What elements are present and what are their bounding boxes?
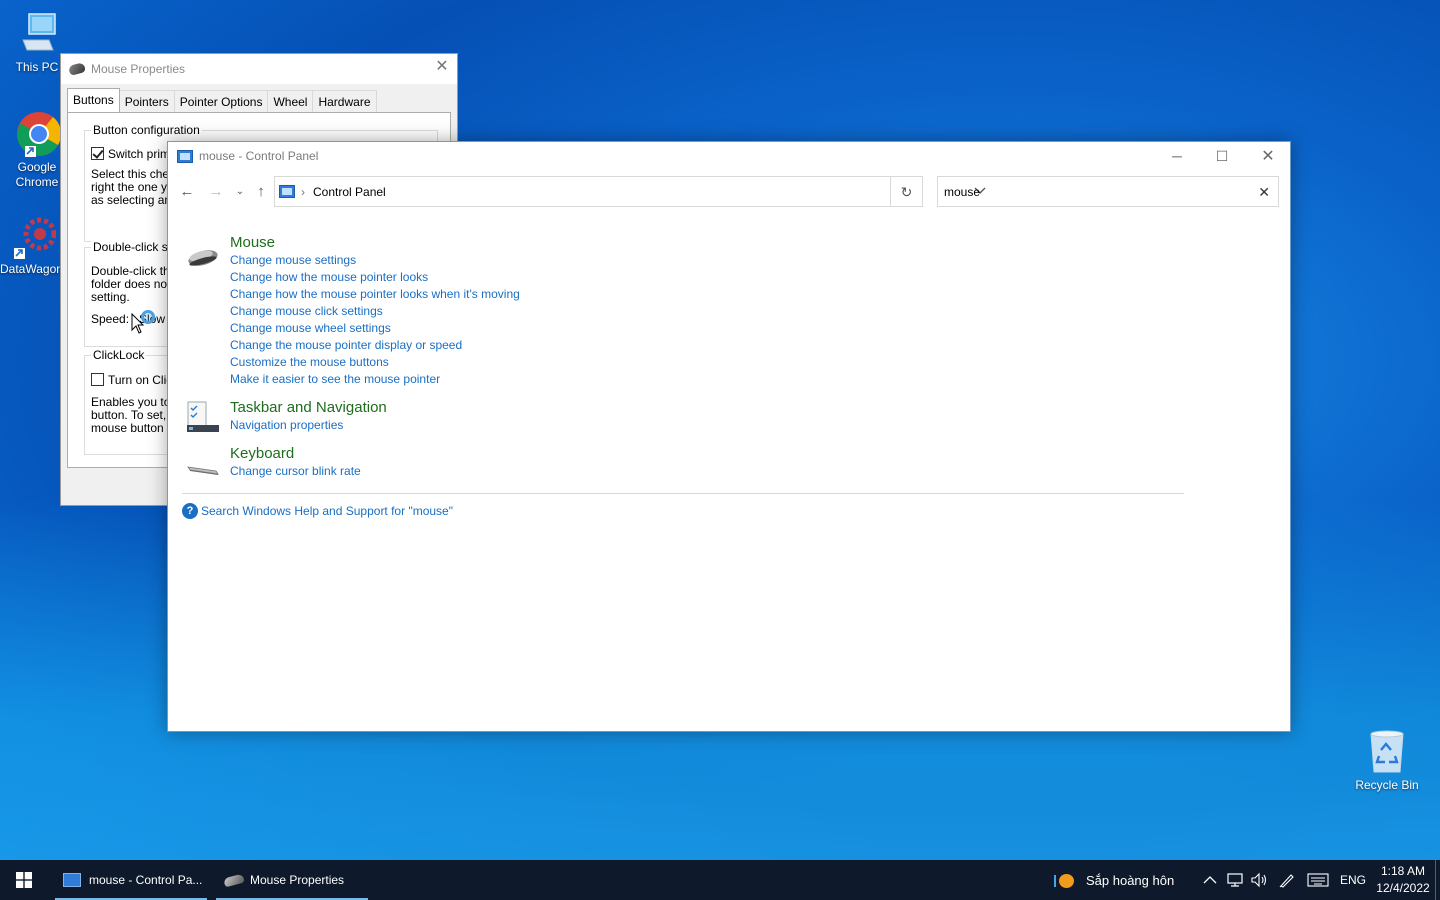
show-desktop-button[interactable] (1435, 860, 1440, 900)
search-input[interactable]: mouse ✕ (937, 176, 1279, 207)
control-panel-icon (279, 185, 295, 198)
mouse-properties-titlebar[interactable]: Mouse Properties (61, 54, 457, 84)
taskbar-app-control-panel[interactable]: mouse - Control Pa... (55, 860, 207, 900)
breadcrumb-separator-icon: › (301, 184, 305, 199)
result-link[interactable]: Change mouse wheel settings (230, 320, 520, 337)
minimize-icon[interactable]: ─ (1154, 142, 1200, 170)
forward-arrow-icon[interactable]: → (206, 182, 226, 202)
result-link[interactable]: Change mouse click settings (230, 303, 520, 320)
chrome-icon (13, 110, 62, 158)
desktop-icon-label: Google Chrome (15, 160, 59, 189)
desktop-icon-recycle-bin[interactable]: Recycle Bin (1350, 728, 1424, 793)
result-title[interactable]: Keyboard (230, 445, 361, 463)
datawagon-icon (8, 212, 57, 260)
result-link[interactable]: Navigation properties (230, 417, 387, 434)
keyboard-icon (186, 454, 220, 488)
close-icon[interactable]: ✕ (435, 59, 449, 75)
result-group-taskbar-navigation: Taskbar and Navigation Navigation proper… (230, 399, 387, 434)
windows-logo-icon (16, 872, 32, 888)
tab-pointer-options[interactable]: Pointer Options (173, 90, 269, 112)
tab-strip: Buttons Pointers Pointer Options Wheel H… (67, 88, 377, 112)
results-divider (182, 493, 1184, 494)
refresh-icon[interactable]: ↻ (891, 176, 923, 207)
mouse-icon (223, 873, 245, 887)
tab-buttons[interactable]: Buttons (67, 88, 120, 112)
weather-text: Sắp hoàng hôn (1086, 872, 1175, 888)
network-icon[interactable] (1226, 860, 1244, 900)
recycle-bin-icon (1363, 728, 1411, 776)
taskbar-app-mouse-properties[interactable]: Mouse Properties (216, 860, 368, 900)
result-link[interactable]: Change cursor blink rate (230, 463, 361, 480)
breadcrumb-control-panel[interactable]: Control Panel (313, 185, 386, 199)
input-language-indicator[interactable]: ENG (1340, 860, 1366, 900)
taskbar-app-label: mouse - Control Pa... (89, 873, 203, 887)
result-link[interactable]: Make it easier to see the mouse pointer (230, 371, 520, 388)
help-question-icon: ? (182, 503, 198, 519)
taskbar-app-label: Mouse Properties (250, 873, 345, 887)
up-arrow-icon[interactable]: ↑ (251, 182, 271, 202)
speed-label: Speed: (91, 312, 130, 326)
result-group-mouse: Mouse Change mouse settings Change how t… (230, 234, 520, 388)
clear-search-icon[interactable]: ✕ (1258, 184, 1270, 200)
sunset-icon (1054, 872, 1076, 888)
clock[interactable]: 1:18 AM 12/4/2022 (1372, 863, 1434, 897)
tab-pointers[interactable]: Pointers (118, 90, 175, 112)
desktop-icon-label: Recycle Bin (1355, 778, 1419, 792)
result-link[interactable]: Customize the mouse buttons (230, 354, 520, 371)
window-title: Mouse Properties (91, 62, 186, 76)
desktop-icon-datawagon[interactable]: DataWagon (0, 212, 64, 277)
clicklock-checkbox[interactable]: Turn on Click (91, 373, 178, 387)
result-link[interactable]: Change mouse settings (230, 252, 520, 269)
clock-date: 12/4/2022 (1376, 881, 1430, 895)
mouse-icon (67, 62, 87, 76)
navigation-bar: ← → ⌄ ↑ › Control Panel ↻ mouse ✕ (168, 176, 1290, 208)
desktop-icon-label: DataWagon (0, 262, 60, 276)
mouse-icon (186, 242, 220, 276)
volume-icon[interactable] (1250, 860, 1268, 900)
close-icon[interactable]: ✕ (1245, 142, 1291, 170)
address-bar[interactable]: › Control Panel (274, 176, 891, 207)
back-arrow-icon[interactable]: ← (177, 182, 197, 202)
group-label: Button configuration (91, 123, 202, 137)
help-search-link[interactable]: ? Search Windows Help and Support for "m… (182, 503, 453, 519)
checkbox[interactable] (91, 373, 104, 386)
touch-keyboard-icon[interactable] (1307, 860, 1329, 900)
search-value: mouse (944, 184, 981, 199)
computer-icon (13, 10, 61, 58)
control-panel-window[interactable]: mouse - Control Panel ─ ☐ ✕ ← → ⌄ ↑ › Co… (167, 141, 1291, 732)
result-title[interactable]: Mouse (230, 234, 520, 252)
result-link[interactable]: Change the mouse pointer display or spee… (230, 337, 520, 354)
clock-time: 1:18 AM (1380, 864, 1426, 878)
maximize-icon[interactable]: ☐ (1199, 142, 1245, 170)
control-panel-icon (63, 873, 81, 887)
control-panel-titlebar[interactable]: mouse - Control Panel (168, 142, 1290, 170)
result-group-keyboard: Keyboard Change cursor blink rate (230, 445, 361, 480)
recent-locations-chevron-icon[interactable]: ⌄ (230, 182, 250, 202)
control-panel-icon (177, 149, 193, 163)
group-label: ClickLock (91, 348, 147, 362)
pen-icon[interactable] (1278, 860, 1296, 900)
checkbox[interactable] (91, 147, 104, 160)
show-hidden-icons-chevron-icon[interactable] (1203, 860, 1217, 900)
taskbar: mouse - Control Pa... Mouse Properties S… (0, 860, 1440, 900)
help-link-text[interactable]: Search Windows Help and Support for "mou… (201, 504, 453, 518)
weather-widget[interactable]: Sắp hoàng hôn (1054, 860, 1174, 900)
start-button[interactable] (0, 860, 48, 900)
result-title[interactable]: Taskbar and Navigation (230, 399, 387, 417)
tab-hardware[interactable]: Hardware (312, 90, 377, 112)
window-title: mouse - Control Panel (199, 149, 319, 163)
result-link[interactable]: Change how the mouse pointer looks (230, 269, 520, 286)
taskbar-navigation-icon (186, 400, 220, 434)
result-link[interactable]: Change how the mouse pointer looks when … (230, 286, 520, 303)
tab-wheel[interactable]: Wheel (267, 90, 314, 112)
